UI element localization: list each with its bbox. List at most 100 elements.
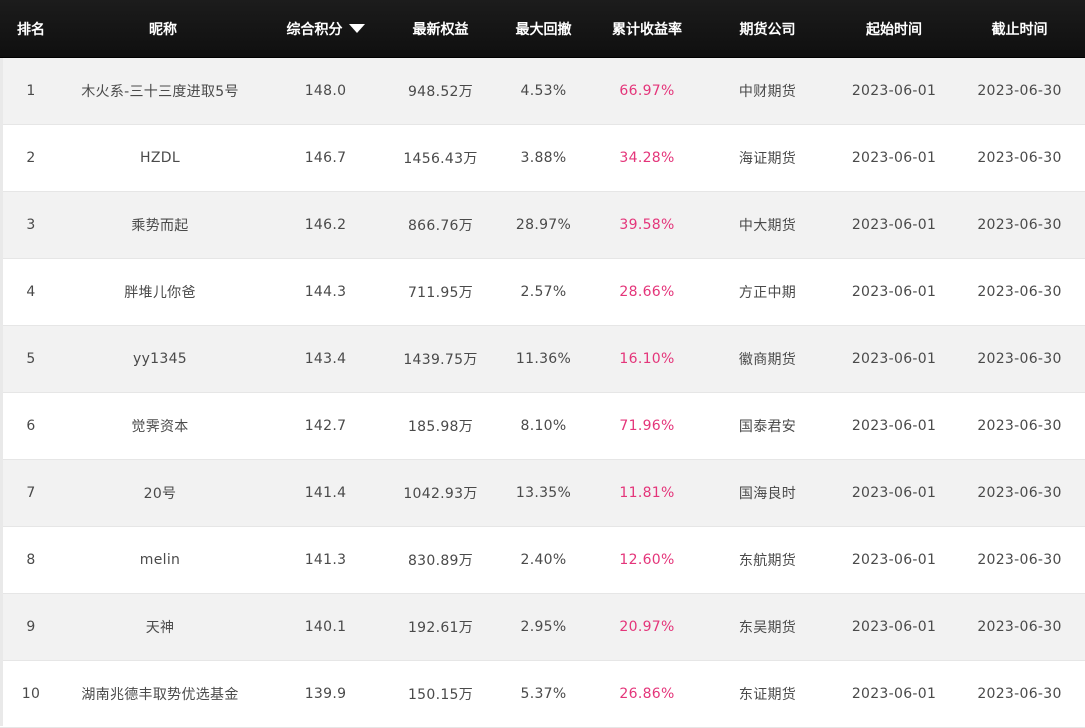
table-row[interactable]: 5 yy1345 143.4 1439.75万 11.36% 16.10% 徽商期货 2023… (0, 326, 1085, 393)
score-cell: 142.7 (304, 418, 347, 434)
start-date-cell: 2023-06-01 (851, 686, 937, 702)
equity-cell: 1439.75万 (403, 352, 478, 368)
name-cell: melin (62, 527, 264, 593)
score-cell: 141.4 (304, 485, 347, 501)
drawdown-cell: 2.40% (520, 552, 567, 568)
company-cell: 中财期货 (738, 84, 797, 100)
return-cell: 28.66% (619, 284, 675, 300)
score-cell: 146.2 (304, 217, 347, 233)
table-row[interactable]: 10 湖南兆德丰取势优选基金 139.9 150.15万 5.37% 26.86% 东证期货… (0, 661, 1085, 728)
return-cell: 26.86% (619, 686, 675, 702)
end-date-cell: 2023-06-30 (977, 485, 1062, 501)
table-row[interactable]: 8 melin 141.3 830.89万 2.40% 12.60% 东航期货 2023-06… (0, 527, 1085, 594)
name-text: 胖堆儿你爸 (124, 285, 196, 301)
return-cell: 34.28% (619, 150, 675, 166)
rank-cell: 8 (26, 552, 36, 568)
name-text: 20号 (143, 486, 177, 502)
drawdown-cell: 3.88% (520, 150, 567, 166)
table-body: 1 木火系-三十三度进取5号 148.0 948.52万 4.53% 66.97% 中财期货… (0, 58, 1085, 728)
company-cell: 东吴期货 (738, 620, 797, 636)
table-row[interactable]: 4 胖堆儿你爸 144.3 711.95万 2.57% 28.66% 方正中期 2023-06… (0, 259, 1085, 326)
company-cell: 国海良时 (738, 486, 797, 502)
table-row[interactable]: 1 木火系-三十三度进取5号 148.0 948.52万 4.53% 66.97% 中财期货… (0, 58, 1085, 125)
start-date-cell: 2023-06-01 (851, 351, 937, 367)
name-text: 木火系-三十三度进取5号 (81, 84, 239, 100)
drawdown-cell: 5.37% (520, 686, 567, 702)
header-equity[interactable]: 最新权益 (387, 0, 494, 57)
name-text: melin (139, 552, 181, 568)
rank-cell: 7 (26, 485, 36, 501)
start-date-cell: 2023-06-01 (851, 150, 937, 166)
triangle-down-icon[interactable] (348, 24, 365, 33)
header-end[interactable]: 截止时间 (954, 0, 1085, 57)
start-date-cell: 2023-06-01 (851, 217, 937, 233)
return-cell: 20.97% (619, 619, 675, 635)
drawdown-cell: 11.36% (515, 351, 572, 367)
return-cell: 39.58% (619, 217, 675, 233)
company-cell: 中大期货 (738, 218, 797, 234)
end-date-cell: 2023-06-30 (977, 619, 1062, 635)
header-score[interactable]: 综合积分 (264, 0, 387, 57)
name-text: yy1345 (133, 351, 187, 367)
end-date-cell: 2023-06-30 (977, 83, 1062, 99)
header-company[interactable]: 期货公司 (701, 0, 834, 57)
end-date-cell: 2023-06-30 (977, 418, 1062, 434)
rank-cell: 4 (26, 284, 36, 300)
equity-cell: 830.89万 (407, 553, 474, 569)
table-row[interactable]: 2 HZDL 146.7 1456.43万 3.88% 34.28% 海证期货 2023-06… (0, 125, 1085, 192)
company-cell: 东航期货 (738, 553, 797, 569)
start-date-cell: 2023-06-01 (851, 284, 937, 300)
header-rank[interactable]: 排名 (0, 0, 62, 57)
return-cell: 66.97% (619, 83, 675, 99)
name-cell: 觉霁资本 (62, 393, 264, 459)
start-date-cell: 2023-06-01 (851, 619, 937, 635)
start-date-cell: 2023-06-01 (851, 418, 937, 434)
company-cell: 方正中期 (738, 285, 797, 301)
table-row[interactable]: 7 20号 141.4 1042.93万 13.35% 11.81% 国海良时 2023-06… (0, 460, 1085, 527)
company-cell: 徽商期货 (738, 352, 797, 368)
score-cell: 143.4 (304, 351, 347, 367)
drawdown-cell: 2.95% (520, 619, 567, 635)
equity-cell: 1042.93万 (403, 486, 478, 502)
name-text: 天神 (145, 620, 175, 636)
score-cell: 141.3 (304, 552, 347, 568)
start-date-cell: 2023-06-01 (851, 83, 937, 99)
equity-cell: 948.52万 (407, 84, 474, 100)
equity-cell: 150.15万 (407, 687, 474, 703)
header-name[interactable]: 昵称 (62, 0, 264, 57)
end-date-cell: 2023-06-30 (977, 686, 1062, 702)
drawdown-cell: 2.57% (520, 284, 567, 300)
name-text: HZDL (140, 150, 180, 166)
name-cell: 木火系-三十三度进取5号 (62, 58, 264, 124)
table-header: 排名 昵称 综合积分 最新权益 最大回撤 累计收益率 期货公司 起始时间 截止时… (0, 0, 1085, 58)
start-date-cell: 2023-06-01 (851, 485, 937, 501)
drawdown-cell: 8.10% (520, 418, 567, 434)
equity-cell: 1456.43万 (403, 151, 478, 167)
drawdown-cell: 4.53% (520, 83, 567, 99)
name-cell: HZDL (62, 125, 264, 191)
equity-cell: 866.76万 (407, 218, 474, 234)
score-cell: 146.7 (304, 150, 347, 166)
rank-cell: 2 (26, 150, 36, 166)
name-text: 觉霁资本 (131, 419, 189, 435)
score-cell: 139.9 (304, 686, 347, 702)
company-cell: 国泰君安 (738, 419, 797, 435)
return-cell: 11.81% (619, 485, 675, 501)
company-cell: 东证期货 (738, 687, 797, 703)
header-start[interactable]: 起始时间 (834, 0, 954, 57)
rank-cell: 9 (26, 619, 36, 635)
score-cell: 140.1 (304, 619, 347, 635)
rank-cell: 6 (26, 418, 36, 434)
end-date-cell: 2023-06-30 (977, 150, 1062, 166)
rank-cell: 1 (26, 83, 36, 99)
return-cell: 71.96% (619, 418, 675, 434)
table-row[interactable]: 6 觉霁资本 142.7 185.98万 8.10% 71.96% 国泰君安 2023-06-… (0, 393, 1085, 460)
header-return[interactable]: 累计收益率 (593, 0, 701, 57)
end-date-cell: 2023-06-30 (977, 552, 1062, 568)
header-drawdown[interactable]: 最大回撤 (494, 0, 593, 57)
table-row[interactable]: 9 天神 140.1 192.61万 2.95% 20.97% 东吴期货 2023-06-01… (0, 594, 1085, 661)
table-row[interactable]: 3 乘势而起 146.2 866.76万 28.97% 39.58% 中大期货 2023-06… (0, 192, 1085, 259)
equity-cell: 185.98万 (407, 419, 474, 435)
return-cell: 12.60% (619, 552, 675, 568)
name-text: 湖南兆德丰取势优选基金 (81, 687, 239, 703)
